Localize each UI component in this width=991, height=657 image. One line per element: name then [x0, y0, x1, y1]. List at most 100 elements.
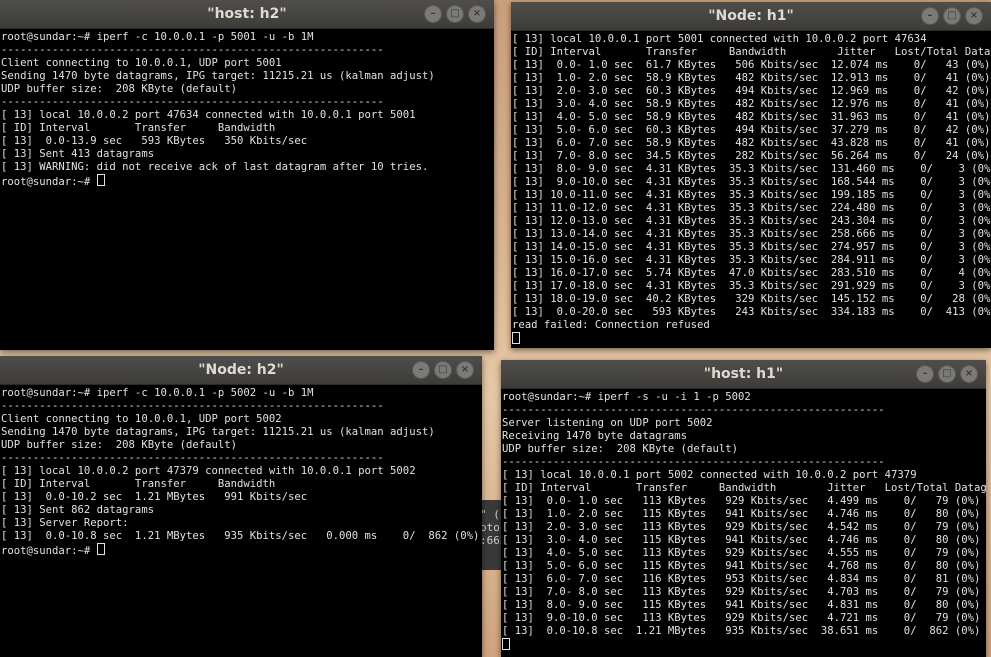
title-bar[interactable]: "host: h2" – □ ×	[0, 0, 494, 29]
terminal-line: Server listening on UDP port 5002	[502, 417, 713, 429]
terminal-line: [ 13] 6.0- 7.0 sec 116 KBytes 953 Kbits/…	[502, 573, 981, 585]
minimize-icon[interactable]: –	[921, 7, 939, 25]
maximize-icon[interactable]: □	[943, 7, 961, 25]
terminal-line: UDP buffer size: 208 KByte (default)	[502, 443, 738, 455]
window-title: "Node: h2"	[198, 362, 284, 378]
terminal-line: [ 13] 13.0-14.0 sec 4.31 KBytes 35.3 Kbi…	[512, 228, 991, 240]
window-title: "host: h2"	[207, 6, 287, 22]
minimize-icon[interactable]: –	[412, 361, 430, 379]
terminal-line: [ 13] 1.0- 2.0 sec 58.9 KBytes 482 Kbits…	[512, 72, 991, 84]
minimize-icon[interactable]: –	[916, 365, 934, 383]
terminal-output[interactable]: root@sundar:~# iperf -s -u -i 1 -p 5002 …	[501, 389, 986, 653]
terminal-window-node-h1[interactable]: "Node: h1" – □ × [ 13] local 10.0.0.1 po…	[511, 2, 991, 348]
terminal-line: Sending 1470 byte datagrams, IPG target:…	[1, 426, 435, 438]
terminal-line: UDP buffer size: 208 KByte (default)	[1, 439, 237, 451]
terminal-line: root@sundar:~# iperf -c 10.0.0.1 -p 5002…	[1, 387, 314, 399]
terminal-line: Sending 1470 byte datagrams, IPG target:…	[1, 70, 435, 82]
terminal-line: [ 13] 18.0-19.0 sec 40.2 KBytes 329 Kbit…	[512, 293, 991, 305]
text-cursor	[96, 543, 105, 555]
terminal-line: [ 13] 4.0- 5.0 sec 113 KBytes 929 Kbits/…	[502, 547, 981, 559]
terminal-line: [ 13] 6.0- 7.0 sec 58.9 KBytes 482 Kbits…	[512, 137, 991, 149]
terminal-line: [ 13] 0.0-13.9 sec 593 KBytes 350 Kbits/…	[1, 135, 308, 147]
close-icon[interactable]: ×	[468, 5, 486, 23]
terminal-line: [ 13] 8.0- 9.0 sec 115 KBytes 941 Kbits/…	[502, 599, 981, 611]
maximize-icon[interactable]: □	[938, 365, 956, 383]
terminal-line: ----------------------------------------…	[502, 404, 885, 416]
close-icon[interactable]: ×	[456, 361, 474, 379]
close-icon[interactable]: ×	[965, 7, 983, 25]
terminal-line: [ 13] 17.0-18.0 sec 4.31 KBytes 35.3 Kbi…	[512, 280, 991, 292]
terminal-line: [ 13] Sent 862 datagrams	[1, 504, 155, 516]
terminal-line: [ 13] WARNING: did not receive ack of la…	[1, 161, 429, 173]
terminal-line: [ 13] 8.0- 9.0 sec 4.31 KBytes 35.3 Kbit…	[512, 163, 991, 175]
terminal-line: [ 13] 4.0- 5.0 sec 58.9 KBytes 482 Kbits…	[512, 111, 991, 123]
terminal-line: [ 13] 0.0- 1.0 sec 61.7 KBytes 506 Kbits…	[512, 59, 991, 71]
terminal-output[interactable]: [ 13] local 10.0.0.1 port 5001 connected…	[511, 31, 991, 347]
window-title: "host: h1"	[703, 366, 784, 382]
terminal-line: [ 13] 2.0- 3.0 sec 113 KBytes 929 Kbits/…	[502, 521, 981, 533]
shell-prompt: root@sundar:~#	[1, 545, 97, 557]
terminal-line: [ 13] 3.0- 4.0 sec 115 KBytes 941 Kbits/…	[502, 534, 981, 546]
terminal-line: [ 13] 2.0- 3.0 sec 60.3 KBytes 494 Kbits…	[512, 85, 991, 97]
terminal-line: [ 13] 5.0- 6.0 sec 115 KBytes 941 Kbits/…	[502, 560, 981, 572]
terminal-lines: root@sundar:~# iperf -s -u -i 1 -p 5002 …	[502, 391, 986, 637]
close-icon[interactable]: ×	[960, 365, 978, 383]
terminal-line: ----------------------------------------…	[502, 456, 885, 468]
terminal-line: UDP buffer size: 208 KByte (default)	[1, 83, 237, 95]
terminal-line: [ 13] 7.0- 8.0 sec 34.5 KBytes 282 Kbits…	[512, 150, 991, 162]
terminal-line: [ 13] 12.0-13.0 sec 4.31 KBytes 35.3 Kbi…	[512, 215, 991, 227]
terminal-line: [ 13] local 10.0.0.2 port 47634 connecte…	[1, 109, 416, 121]
terminal-line: [ 13] 10.0-11.0 sec 4.31 KBytes 35.3 Kbi…	[512, 189, 991, 201]
terminal-line: [ 13] 5.0- 6.0 sec 60.3 KBytes 494 Kbits…	[512, 124, 991, 136]
terminal-line: [ ID] Interval Transfer Bandwidth	[1, 122, 276, 134]
terminal-window-node-h2[interactable]: "Node: h2" – □ × root@sundar:~# iperf -c…	[0, 356, 482, 657]
title-bar[interactable]: "Node: h2" – □ ×	[0, 356, 482, 385]
title-bar[interactable]: "host: h1" – □ ×	[501, 360, 986, 389]
terminal-line: [ 13] 0.0-10.8 sec 1.21 MBytes 935 Kbits…	[1, 530, 480, 542]
terminal-line: [ 13] Sent 413 datagrams	[1, 148, 155, 160]
terminal-line: [ 13] local 10.0.0.1 port 5001 connected…	[512, 33, 927, 45]
text-cursor	[96, 174, 105, 186]
terminal-line: [ 13] 9.0-10.0 sec 4.31 KBytes 35.3 Kbit…	[512, 176, 991, 188]
terminal-line: ----------------------------------------…	[1, 96, 384, 108]
terminal-line: [ 13] local 10.0.0.1 port 5002 connected…	[502, 469, 917, 481]
terminal-line: [ ID] Interval Transfer Bandwidth Jitter…	[512, 46, 991, 58]
terminal-line: [ 13] 9.0-10.0 sec 113 KBytes 929 Kbits/…	[502, 612, 981, 624]
terminal-line: root@sundar:~# iperf -s -u -i 1 -p 5002	[502, 391, 751, 403]
terminal-line: Client connecting to 10.0.0.1, UDP port …	[1, 57, 282, 69]
maximize-icon[interactable]: □	[434, 361, 452, 379]
terminal-line: [ 13] local 10.0.0.2 port 47379 connecte…	[1, 465, 416, 477]
title-bar[interactable]: "Node: h1" – □ ×	[511, 2, 991, 31]
terminal-window-host-h2[interactable]: "host: h2" – □ × root@sundar:~# iperf -c…	[0, 0, 494, 350]
text-cursor	[512, 332, 520, 344]
terminal-line: [ 13] 0.0- 1.0 sec 113 KBytes 929 Kbits/…	[502, 495, 981, 507]
terminal-line: [ ID] Interval Transfer Bandwidth Jitter…	[502, 482, 986, 494]
terminal-line: read failed: Connection refused	[512, 319, 710, 331]
terminal-line: [ 13] 14.0-15.0 sec 4.31 KBytes 35.3 Kbi…	[512, 241, 991, 253]
terminal-lines: [ 13] local 10.0.0.1 port 5001 connected…	[512, 33, 991, 331]
terminal-line: [ 13] 3.0- 4.0 sec 58.9 KBytes 482 Kbits…	[512, 98, 991, 110]
terminal-line: [ ID] Interval Transfer Bandwidth	[1, 478, 276, 490]
text-cursor	[502, 638, 510, 650]
terminal-line: [ 13] 7.0- 8.0 sec 113 KBytes 929 Kbits/…	[502, 586, 981, 598]
terminal-lines: root@sundar:~# iperf -c 10.0.0.1 -p 5002…	[1, 387, 479, 542]
terminal-line: [ 13] 0.0-20.0 sec 593 KBytes 243 Kbits/…	[512, 306, 991, 318]
terminal-line: [ 13] Server Report:	[1, 517, 129, 529]
terminal-line: Receiving 1470 byte datagrams	[502, 430, 687, 442]
shell-prompt: root@sundar:~#	[1, 176, 97, 188]
terminal-line: [ 13] 15.0-16.0 sec 4.31 KBytes 35.3 Kbi…	[512, 254, 991, 266]
terminal-output[interactable]: root@sundar:~# iperf -c 10.0.0.1 -p 5001…	[0, 29, 494, 189]
terminal-window-host-h1[interactable]: "host: h1" – □ × root@sundar:~# iperf -s…	[501, 360, 986, 657]
minimize-icon[interactable]: –	[424, 5, 442, 23]
maximize-icon[interactable]: □	[446, 5, 464, 23]
terminal-output[interactable]: root@sundar:~# iperf -c 10.0.0.1 -p 5002…	[0, 385, 482, 558]
terminal-line: [ 13] 0.0-10.8 sec 1.21 MBytes 935 Kbits…	[502, 625, 981, 637]
terminal-line: ----------------------------------------…	[1, 44, 384, 56]
terminal-lines: root@sundar:~# iperf -c 10.0.0.1 -p 5001…	[1, 31, 435, 173]
terminal-line: root@sundar:~# iperf -c 10.0.0.1 -p 5001…	[1, 31, 314, 43]
terminal-line: [ 13] 16.0-17.0 sec 5.74 KBytes 47.0 Kbi…	[512, 267, 991, 279]
terminal-line: [ 13] 11.0-12.0 sec 4.31 KBytes 35.3 Kbi…	[512, 202, 991, 214]
terminal-line: ----------------------------------------…	[1, 400, 384, 412]
terminal-line: Client connecting to 10.0.0.1, UDP port …	[1, 413, 282, 425]
window-title: "Node: h1"	[708, 8, 794, 24]
